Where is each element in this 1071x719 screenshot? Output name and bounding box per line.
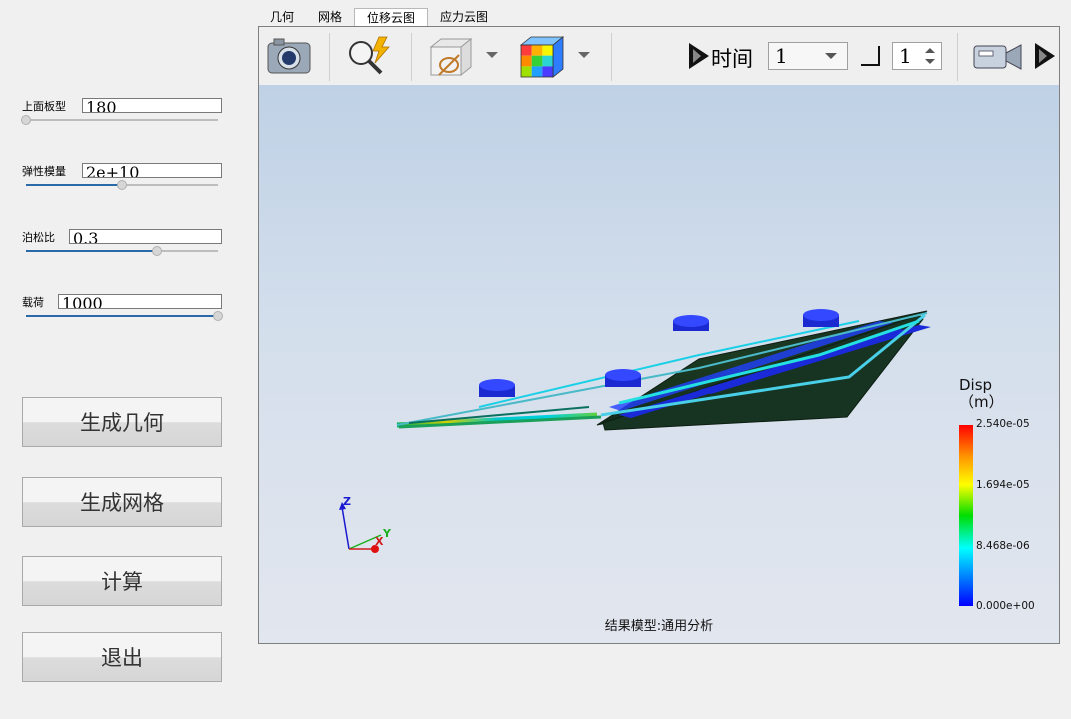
spin-arrows-icon[interactable] bbox=[925, 47, 935, 65]
param-label-load: 载荷 bbox=[22, 296, 44, 309]
slider-handle[interactable] bbox=[151, 246, 162, 256]
slider-handle[interactable] bbox=[117, 180, 127, 190]
generate-mesh-button[interactable]: 生成网格 bbox=[22, 477, 222, 527]
tab-stress[interactable]: 应力云图 bbox=[428, 8, 500, 26]
param-label-panel-type: 上面板型 bbox=[22, 100, 66, 113]
time-select[interactable]: 1 bbox=[768, 42, 848, 70]
elastic-modulus-input[interactable]: 2e+10 bbox=[82, 163, 222, 178]
time-label: 时间 bbox=[711, 47, 753, 71]
param-label-elastic-modulus: 弹性模量 bbox=[22, 165, 66, 178]
toolbar-handle-icon[interactable] bbox=[689, 43, 709, 69]
axis-y-label: Y bbox=[382, 527, 392, 540]
poisson-ratio-slider[interactable] bbox=[26, 245, 218, 257]
chevron-down-icon[interactable] bbox=[577, 51, 591, 59]
viewer-toolbar: 时间 1 1 bbox=[259, 27, 1059, 85]
tab-displacement[interactable]: 位移云图 bbox=[354, 8, 429, 26]
load-input[interactable]: 1000 bbox=[58, 294, 222, 309]
video-record-icon[interactable] bbox=[973, 41, 1023, 71]
tab-geometry[interactable]: 几何 bbox=[258, 8, 306, 26]
plate-model bbox=[396, 309, 931, 431]
legend-tick-max: 2.540e-05 bbox=[976, 418, 1030, 430]
fea-model-view[interactable]: Z Y X bbox=[259, 85, 1059, 643]
result-model-label: 结果模型:通用分析 bbox=[604, 619, 714, 634]
slider-handle[interactable] bbox=[21, 115, 31, 125]
elastic-modulus-slider[interactable] bbox=[26, 179, 218, 191]
axis-z-label: Z bbox=[343, 495, 351, 508]
legend-title: Disp （m） bbox=[959, 377, 1004, 411]
step-value: 1 bbox=[899, 44, 912, 68]
compute-button[interactable]: 计算 bbox=[22, 556, 222, 606]
legend-tick-2: 1.694e-05 bbox=[976, 479, 1030, 491]
contour-color-icon[interactable] bbox=[519, 35, 567, 79]
render-canvas[interactable]: Z Y X Disp （m） 2.540e-05 1.694e-05 8.468… bbox=[259, 85, 1059, 643]
load-slider[interactable] bbox=[26, 310, 223, 322]
legend-tick-3: 8.468e-06 bbox=[976, 540, 1030, 552]
param-label-poisson-ratio: 泊松比 bbox=[22, 231, 55, 244]
chevron-down-icon[interactable] bbox=[485, 51, 499, 59]
legend-colorbar bbox=[959, 425, 973, 606]
result-viewer: 时间 1 1 Z Y X Disp （m） 2.540e-05 1.694e-0… bbox=[258, 26, 1060, 644]
panel-type-input[interactable]: 180 bbox=[82, 98, 222, 113]
clip-plane-icon[interactable] bbox=[427, 35, 475, 77]
slider-handle[interactable] bbox=[213, 311, 223, 321]
exit-button[interactable]: 退出 bbox=[22, 632, 222, 682]
camera-icon[interactable] bbox=[266, 35, 312, 75]
time-select-value: 1 bbox=[775, 44, 788, 68]
frame-step-icon[interactable] bbox=[859, 45, 881, 67]
chevron-down-icon bbox=[825, 53, 837, 59]
zoom-fit-icon[interactable] bbox=[345, 35, 393, 75]
step-spinbox[interactable]: 1 bbox=[892, 42, 942, 70]
legend-tick-min: 0.000e+00 bbox=[976, 600, 1035, 612]
panel-type-slider[interactable] bbox=[21, 114, 218, 126]
generate-geometry-button[interactable]: 生成几何 bbox=[22, 397, 222, 447]
poisson-ratio-input[interactable]: 0.3 bbox=[69, 229, 222, 244]
toolbar-extension-icon[interactable] bbox=[1035, 43, 1055, 69]
legend-quantity: Disp bbox=[959, 376, 993, 394]
tab-mesh[interactable]: 网格 bbox=[306, 8, 354, 26]
axes-triad: Z Y X bbox=[339, 495, 392, 553]
view-tabs: 几何 网格 位移云图 应力云图 bbox=[258, 8, 500, 26]
axis-x-label: X bbox=[375, 535, 384, 548]
legend-unit: （m） bbox=[959, 393, 1004, 411]
